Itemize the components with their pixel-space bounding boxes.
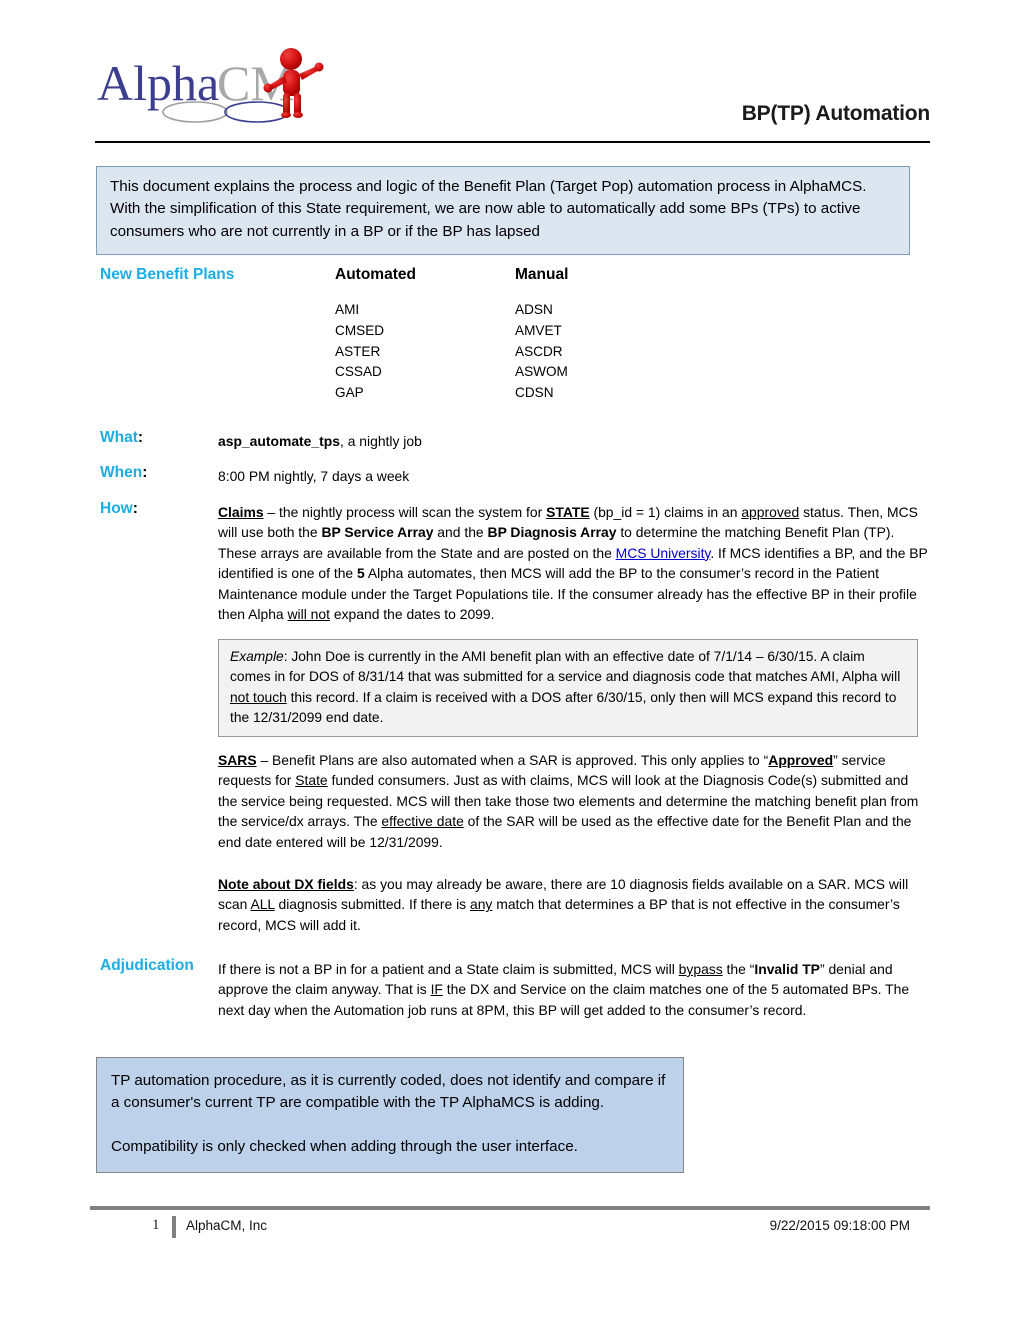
example-label: Example: [230, 649, 284, 664]
footer-timestamp: 9/22/2015 09:18:00 PM: [769, 1218, 910, 1233]
list-item: CMSED: [335, 322, 385, 338]
automated-plan-list: AMI CMSED ASTER CSSAD GAP: [335, 300, 515, 404]
claims-keyword: Claims: [218, 503, 264, 520]
benefit-plans-title: New Benefit Plans: [100, 266, 235, 283]
how-label-text: How: [100, 499, 133, 517]
document-footer: 1 AlphaCM, Inc 9/22/2015 09:18:00 PM: [90, 1216, 930, 1242]
what-label-colon: :: [137, 429, 144, 446]
will-not-keyword: will not: [287, 606, 330, 623]
intro-callout-box: This document explains the process and l…: [96, 166, 910, 256]
document-header: Alpha CM BP(TP) Automation: [95, 40, 930, 140]
approved-keyword: approved: [741, 503, 800, 520]
any-keyword: any: [469, 896, 493, 913]
list-item: AMI: [335, 302, 360, 317]
when-label-colon: :: [142, 464, 148, 482]
what-label: What:: [100, 428, 218, 449]
example-text-1: : John Doe is currently in the AMI benef…: [230, 649, 901, 685]
automated-count: 5: [357, 565, 365, 582]
note-paragraph-1: TP automation procedure, as it is curren…: [111, 1072, 666, 1112]
how-text-2: (bp_id = 1) claims in an: [589, 503, 742, 520]
column-header-automated: Automated: [335, 266, 416, 283]
approved-sar-keyword: Approved: [768, 752, 834, 768]
example-text-2: this record. If a claim is received with…: [230, 689, 897, 725]
when-label: When:: [100, 463, 218, 484]
example-text: Example: John Doe is currently in the AM…: [230, 647, 907, 728]
sars-text-1: – Benefit Plans are also automated when …: [256, 752, 769, 768]
list-item: ADSN: [515, 302, 553, 317]
compatibility-note-box: TP automation procedure, as it is curren…: [96, 1057, 684, 1174]
adjudication-section: Adjudication If there is not a BP in for…: [100, 956, 928, 1020]
definition-row-how: How: Claims – the nightly process will s…: [100, 499, 928, 625]
list-item: CSSAD: [335, 364, 382, 380]
benefit-plans-label-spacer: [100, 300, 335, 404]
list-item: CDSN: [515, 385, 554, 401]
definition-row-when: When: 8:00 PM nightly, 7 days a week: [100, 463, 928, 486]
how-text-4: and the: [433, 524, 488, 541]
mascot-figure-icon: [255, 42, 335, 122]
sars-keyword: SARS: [218, 752, 257, 768]
effective-date-keyword: effective date: [381, 813, 464, 830]
column-header-manual: Manual: [515, 266, 569, 283]
bypass-keyword: bypass: [678, 961, 723, 977]
invalid-tp-keyword: Invalid TP: [754, 961, 820, 977]
dx-note-paragraph: Note about DX fields: as you may already…: [218, 874, 924, 935]
list-item: GAP: [335, 385, 364, 401]
adj-text-2: the “: [722, 961, 755, 977]
dx-note-keyword: Note about DX fields: [218, 876, 354, 892]
job-name: asp_automate_tps: [218, 433, 340, 449]
how-text-1: – the nightly process will scan the syst…: [263, 503, 547, 520]
how-label-colon: :: [132, 499, 138, 517]
bp-diagnosis-array-keyword: BP Diagnosis Array: [487, 524, 617, 541]
intro-text: This document explains the process and l…: [110, 178, 867, 240]
adjudication-label: Adjudication: [100, 957, 194, 974]
document-page: Alpha CM BP(TP) Automation This document…: [0, 0, 1020, 1320]
adj-text-1: If there is not a BP in for a patient an…: [218, 961, 679, 977]
list-item: ASWOM: [515, 364, 568, 380]
list-item: ASTER: [335, 343, 381, 359]
page-number: 1: [152, 1217, 160, 1233]
footer-divider: [90, 1206, 930, 1210]
how-text-8: expand the dates to 2099.: [329, 606, 495, 623]
definitions-section: What: asp_automate_tps, a nightly job Wh…: [100, 428, 928, 637]
example-callout-box: Example: John Doe is currently in the AM…: [218, 639, 918, 738]
benefit-plans-body: AMI CMSED ASTER CSSAD GAP ADSN AMVET ASC…: [100, 300, 740, 404]
definition-row-what: What: asp_automate_tps, a nightly job: [100, 428, 928, 451]
adjudication-paragraph: If there is not a BP in for a patient an…: [218, 956, 928, 1020]
bp-service-array-keyword: BP Service Array: [321, 524, 434, 541]
red-stick-figure-icon: [263, 48, 324, 118]
state-funded-keyword: State: [295, 772, 328, 789]
if-keyword: IF: [430, 981, 443, 998]
benefit-plans-header-row: New Benefit Plans Automated Manual: [100, 266, 740, 284]
not-touch-keyword: not touch: [230, 689, 287, 705]
when-label-text: When: [100, 464, 143, 482]
mcs-university-link[interactable]: MCS University: [616, 545, 711, 561]
all-keyword: ALL: [250, 896, 275, 913]
when-value: 8:00 PM nightly, 7 days a week: [218, 468, 410, 485]
note-paragraph-2: Compatibility is only checked when addin…: [111, 1138, 578, 1156]
state-keyword: STATE: [546, 503, 590, 520]
how-label: How:: [100, 499, 218, 520]
new-benefit-plans-section: New Benefit Plans Automated Manual AMI C…: [100, 266, 740, 404]
list-item: AMVET: [515, 322, 562, 338]
footer-vertical-divider: [172, 1216, 176, 1238]
footer-company-name: AlphaCM, Inc: [186, 1218, 268, 1233]
header-divider: [95, 141, 930, 143]
list-item: ASCDR: [515, 343, 563, 359]
page-title: BP(TP) Automation: [741, 102, 930, 125]
dx-text-2: diagnosis submitted. If there is: [274, 896, 470, 913]
what-label-text: What: [100, 429, 138, 446]
how-claims-paragraph: Claims – the nightly process will scan t…: [218, 499, 928, 625]
sars-paragraph: SARS – Benefit Plans are also automated …: [218, 750, 924, 852]
what-value: asp_automate_tps, a nightly job: [218, 428, 928, 451]
manual-plan-list: ADSN AMVET ASCDR ASWOM CDSN: [515, 300, 695, 404]
job-description: , a nightly job: [339, 433, 422, 449]
